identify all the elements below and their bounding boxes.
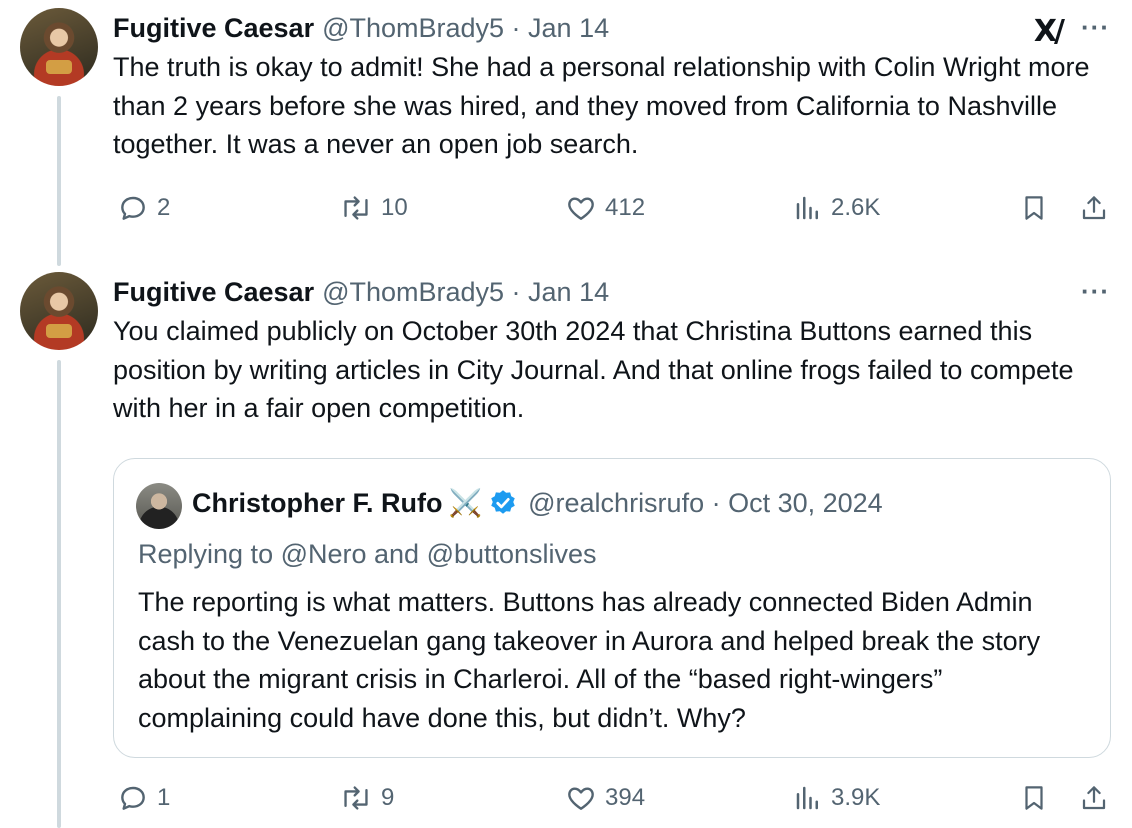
avatar[interactable] [20,272,98,350]
share-icon [1082,196,1106,220]
author-name[interactable]: Fugitive Caesar [113,277,314,308]
reply-button[interactable]: 1 [117,782,170,814]
tweet: Fugitive Caesar @ThomBrady5 · Jan 14 X/ … [113,10,1114,164]
quoted-author-handle-date: @realchrisrufo · Oct 30, 2024 [528,487,883,518]
tweet-actions: 2 10 412 2.6K [113,192,1113,232]
views-button[interactable]: 2.6K [793,192,880,224]
heart-icon [568,197,594,220]
avatar[interactable] [20,8,98,86]
tweet-actions: 1 9 394 3.9K [113,782,1113,822]
analytics-icon [796,786,818,810]
more-menu-button[interactable]: ··· [1081,276,1110,307]
quoted-tweet[interactable]: Christopher F. Rufo ⚔️ @realchrisrufo · … [113,458,1111,758]
replying-to: Replying to @Nero and @buttonslives [138,539,597,569]
bookmark-icon [1025,196,1043,220]
analytics-icon [796,196,818,220]
verified-badge-icon [491,490,515,514]
author-handle-date[interactable]: @ThomBrady5 · Jan 14 [322,277,609,308]
reply-icon [121,786,145,810]
view-count: 2.6K [831,194,881,221]
repost-count: 10 [381,194,408,221]
repost-button[interactable]: 10 [339,192,408,224]
repost-button[interactable]: 9 [339,782,394,814]
thread-line [57,360,61,828]
tweet-text: You claimed publicly on October 30th 202… [113,316,1074,423]
reply-count: 1 [157,784,171,811]
repost-icon [344,786,368,810]
quoted-tweet-text: The reporting is what matters. Buttons h… [138,587,1041,733]
reply-icon [121,196,145,220]
heart-icon [568,787,594,810]
tweet: Fugitive Caesar @ThomBrady5 · Jan 14 ···… [113,274,1114,428]
grok-logo-icon[interactable]: X/ [1034,14,1065,49]
thread-line [57,96,61,266]
bookmark-button[interactable] [1019,782,1049,814]
share-button[interactable] [1079,782,1109,814]
view-count: 3.9K [831,784,881,811]
repost-icon [344,196,368,220]
bookmark-button[interactable] [1019,192,1049,224]
author-handle-date[interactable]: @ThomBrady5 · Jan 14 [322,13,609,44]
like-button[interactable]: 394 [565,782,645,814]
share-icon [1082,786,1106,810]
reply-count: 2 [157,194,171,221]
like-button[interactable]: 412 [565,192,645,224]
repost-count: 9 [381,784,395,811]
tweet-header: Fugitive Caesar @ThomBrady5 · Jan 14 [113,274,1114,310]
tweet-header: Fugitive Caesar @ThomBrady5 · Jan 14 [113,10,1114,46]
crossed-swords-emoji: ⚔️ [448,488,483,519]
views-button[interactable]: 3.9K [793,782,880,814]
bookmark-icon [1025,786,1043,810]
reply-button[interactable]: 2 [117,192,170,224]
share-button[interactable] [1079,192,1109,224]
author-name[interactable]: Fugitive Caesar [113,13,314,44]
avatar [136,483,182,529]
quoted-author-name: Christopher F. Rufo [192,487,443,518]
like-count: 394 [605,784,646,811]
quoted-tweet-header: Christopher F. Rufo ⚔️ @realchrisrufo · … [192,487,883,520]
tweet-text: The truth is okay to admit! She had a pe… [113,52,1090,159]
more-menu-button[interactable]: ··· [1081,12,1110,43]
like-count: 412 [605,194,646,221]
